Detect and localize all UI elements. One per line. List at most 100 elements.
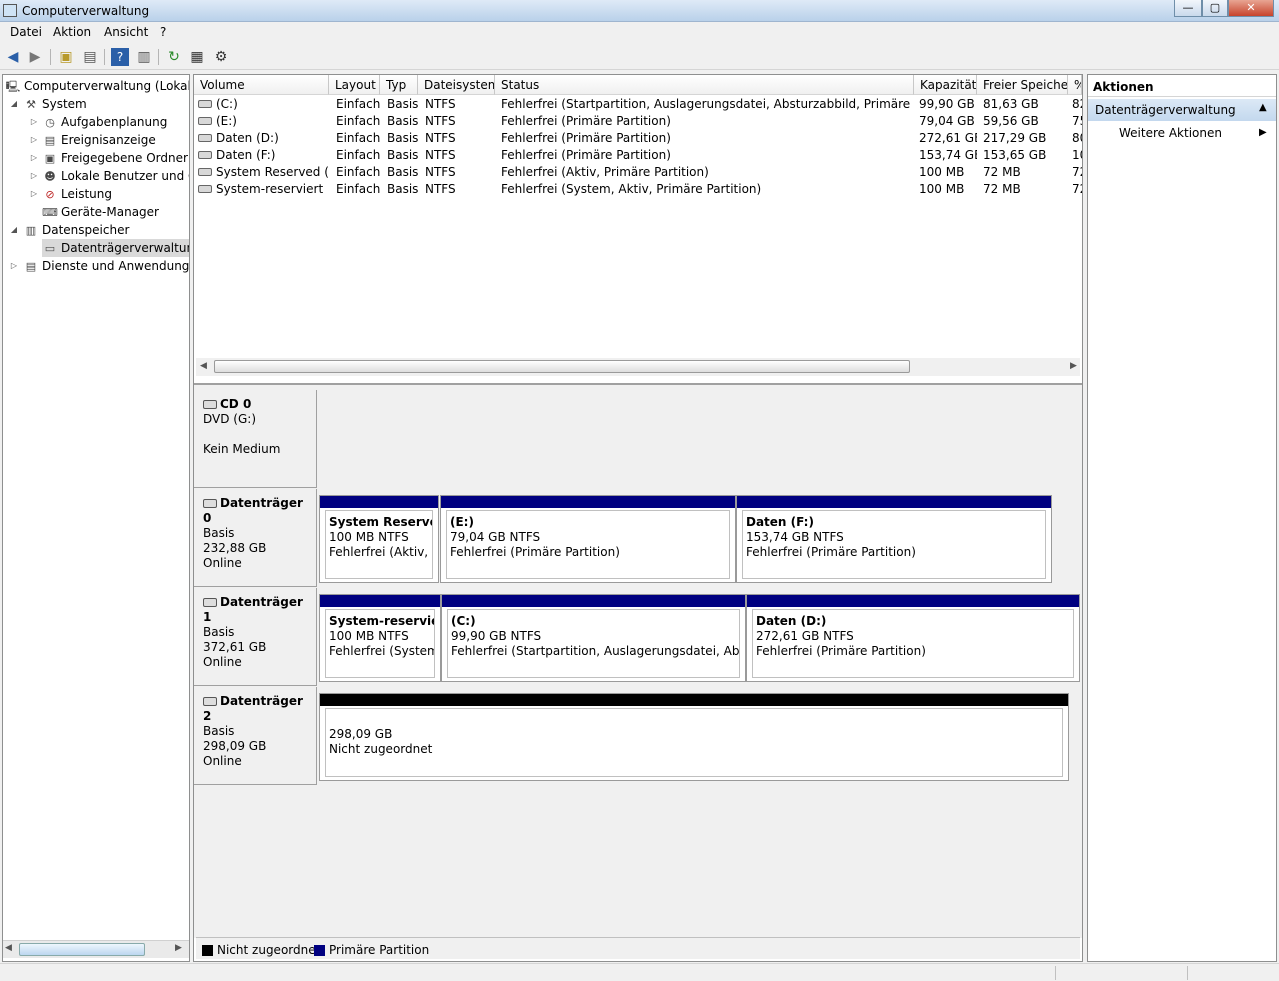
volume-cell[interactable]: NTFS [425, 113, 497, 130]
volume-cell[interactable]: Fehlerfrei (System, Aktiv, Primäre Parti… [501, 181, 913, 198]
volume-cell[interactable]: Fehlerfrei (Primäre Partition) [501, 130, 913, 147]
volume-cell[interactable]: 99,90 GB [919, 96, 977, 113]
tree-item-system[interactable]: ⚒ System [23, 95, 87, 113]
volume-list-scrollbar[interactable]: ◀ ▶ [196, 358, 1080, 376]
forward-icon[interactable]: ▶ [26, 48, 44, 66]
volume-cell[interactable]: 75 % [1072, 113, 1082, 130]
volume-cell[interactable]: 80 % [1072, 130, 1082, 147]
collapse-up-icon[interactable]: ▲ [1259, 102, 1267, 113]
column-header-dateisystem[interactable]: Dateisystem [418, 75, 495, 95]
properties-icon[interactable]: ▦ [188, 48, 206, 66]
volume-cell[interactable]: System Reserved (H:) [216, 164, 328, 181]
menu-aktion[interactable]: Aktion [53, 25, 91, 39]
volume-cell[interactable]: 72 MB [983, 164, 1067, 181]
tree-item-lokale-benutzer[interactable]: ☻ Lokale Benutzer und Gruppen [42, 167, 189, 185]
volume-cell[interactable]: 100 % [1072, 147, 1082, 164]
volume-cell[interactable]: Basis [387, 181, 421, 198]
volume-cell[interactable]: Fehlerfrei (Aktiv, Primäre Partition) [501, 164, 913, 181]
folder-up-icon[interactable]: ▣ [57, 48, 75, 66]
volume-cell[interactable]: Basis [387, 130, 421, 147]
expand-icon[interactable]: ▷ [29, 153, 39, 162]
partition-daten-f[interactable]: Daten (F:) 153,74 GB NTFS Fehlerfrei (Prim… [736, 495, 1052, 583]
volume-cell[interactable]: (E:) [216, 113, 328, 130]
tree-item-ereignisanzeige[interactable]: ▤ Ereignisanzeige [42, 131, 156, 149]
volume-cell[interactable]: System-reserviert [216, 181, 328, 198]
minimize-button[interactable]: — [1174, 0, 1202, 17]
column-header-percent[interactable]: % [1068, 75, 1082, 95]
volume-cell[interactable]: Einfach [336, 96, 384, 113]
volume-cell[interactable]: 79,04 GB [919, 113, 977, 130]
collapse-icon[interactable]: ◢ [9, 99, 19, 108]
volume-cell[interactable]: Basis [387, 164, 421, 181]
volume-cell[interactable]: 153,65 GB [983, 147, 1067, 164]
volume-cell[interactable]: 82 % [1072, 96, 1082, 113]
expand-icon[interactable]: ▷ [29, 171, 39, 180]
tree-item-dienste[interactable]: ▤ Dienste und Anwendungen [23, 257, 189, 275]
tree-item-geraete-manager[interactable]: ⌨ Geräte-Manager [42, 203, 159, 221]
expand-icon[interactable]: ▷ [29, 189, 39, 198]
expand-icon[interactable]: ▷ [29, 135, 39, 144]
volume-cell[interactable]: Fehlerfrei (Startpartition, Auslagerungs… [501, 96, 913, 113]
volume-cell[interactable]: Basis [387, 113, 421, 130]
menu-datei[interactable]: Datei [10, 25, 42, 39]
partition-unallocated[interactable]: 298,09 GB Nicht zugeordnet [319, 693, 1069, 781]
column-header-layout[interactable]: Layout [329, 75, 380, 95]
action-weitere-aktionen[interactable]: Weitere Aktionen ▶ [1119, 126, 1269, 144]
scroll-left-icon[interactable]: ◀ [200, 361, 207, 371]
partition-daten-d[interactable]: Daten (D:) 272,61 GB NTFS Fehlerfrei (Prim… [746, 594, 1080, 682]
disk-label-d0[interactable]: Datenträger 0 Basis 232,88 GB Online [194, 489, 317, 587]
scrollbar-thumb[interactable] [214, 360, 910, 373]
volume-cell[interactable]: Daten (F:) [216, 147, 328, 164]
volume-cell[interactable]: Einfach [336, 164, 384, 181]
refresh-icon[interactable]: ↻ [165, 48, 183, 66]
volume-cell[interactable]: Daten (D:) [216, 130, 328, 147]
volume-cell[interactable]: 72 % [1072, 181, 1082, 198]
settings-icon[interactable]: ⚙ [212, 48, 230, 66]
partition-c[interactable]: (C:) 99,90 GB NTFS Fehlerfrei (Startpartit… [441, 594, 746, 682]
partition-system-reserved-h[interactable]: System Reserved (H:)100 MB NTFSFehlerfre… [319, 495, 439, 583]
disk-label-d2[interactable]: Datenträger 2 Basis 298,09 GB Online [194, 687, 317, 785]
partition-e[interactable]: (E:) 79,04 GB NTFS Fehlerfrei (Primäre Par… [440, 495, 736, 583]
disk-label-d1[interactable]: Datenträger 1 Basis 372,61 GB Online [194, 588, 317, 686]
volume-cell[interactable]: NTFS [425, 130, 497, 147]
volume-cell[interactable]: 153,74 GB [919, 147, 977, 164]
column-header-volume[interactable]: Volume [194, 75, 329, 95]
column-header-freier-speicher[interactable]: Freier Speicher [977, 75, 1068, 95]
scroll-right-icon[interactable]: ▶ [1070, 361, 1077, 371]
volume-cell[interactable]: NTFS [425, 164, 497, 181]
menu-ansicht[interactable]: Ansicht [104, 25, 148, 39]
tree-item-root[interactable]: 🖳 Computerverwaltung (Lokal) [5, 77, 189, 95]
show-hide-tree-icon[interactable]: ▤ [81, 48, 99, 66]
volume-cell[interactable]: Basis [387, 147, 421, 164]
volume-cell[interactable]: 100 MB [919, 164, 977, 181]
volume-cell[interactable]: Einfach [336, 113, 384, 130]
collapse-icon[interactable]: ◢ [9, 225, 19, 234]
volume-cell[interactable]: Basis [387, 96, 421, 113]
tree-item-leistung[interactable]: ⊘ Leistung [42, 185, 112, 203]
volume-cell[interactable]: Fehlerfrei (Primäre Partition) [501, 113, 913, 130]
volume-cell[interactable]: 81,63 GB [983, 96, 1067, 113]
column-header-typ[interactable]: Typ [380, 75, 418, 95]
volume-cell[interactable]: 272,61 GB [919, 130, 977, 147]
show-hide-action-icon[interactable]: ▥ [135, 48, 153, 66]
volume-cell[interactable]: Einfach [336, 130, 384, 147]
volume-cell[interactable]: Fehlerfrei (Primäre Partition) [501, 147, 913, 164]
expand-icon[interactable]: ▷ [9, 261, 19, 270]
tree-horizontal-scrollbar[interactable]: ◀ ▶ [3, 940, 189, 958]
tree-item-aufgabenplanung[interactable]: ◷ Aufgabenplanung [42, 113, 167, 131]
volume-cell[interactable]: NTFS [425, 147, 497, 164]
volume-cell[interactable]: 72 % [1072, 164, 1082, 181]
volume-cell[interactable]: NTFS [425, 181, 497, 198]
volume-cell[interactable]: Einfach [336, 147, 384, 164]
expand-icon[interactable]: ▷ [29, 117, 39, 126]
tree-item-datenspeicher[interactable]: ▥ Datenspeicher [23, 221, 130, 239]
scrollbar-thumb[interactable] [19, 943, 145, 956]
disk-label-cd0[interactable]: CD 0 DVD (G:) Kein Medium [194, 390, 317, 488]
column-header-status[interactable]: Status [495, 75, 914, 95]
tree-item-freigegebene-ordner[interactable]: ▣ Freigegebene Ordner [42, 149, 188, 167]
volume-cell[interactable]: 217,29 GB [983, 130, 1067, 147]
tree-item-datentraegerverwaltung[interactable]: ▭ Datenträgerverwaltung [42, 239, 189, 257]
column-header-kapazitaet[interactable]: Kapazität [914, 75, 977, 95]
close-button[interactable]: ✕ [1228, 0, 1274, 17]
volume-cell[interactable]: 59,56 GB [983, 113, 1067, 130]
